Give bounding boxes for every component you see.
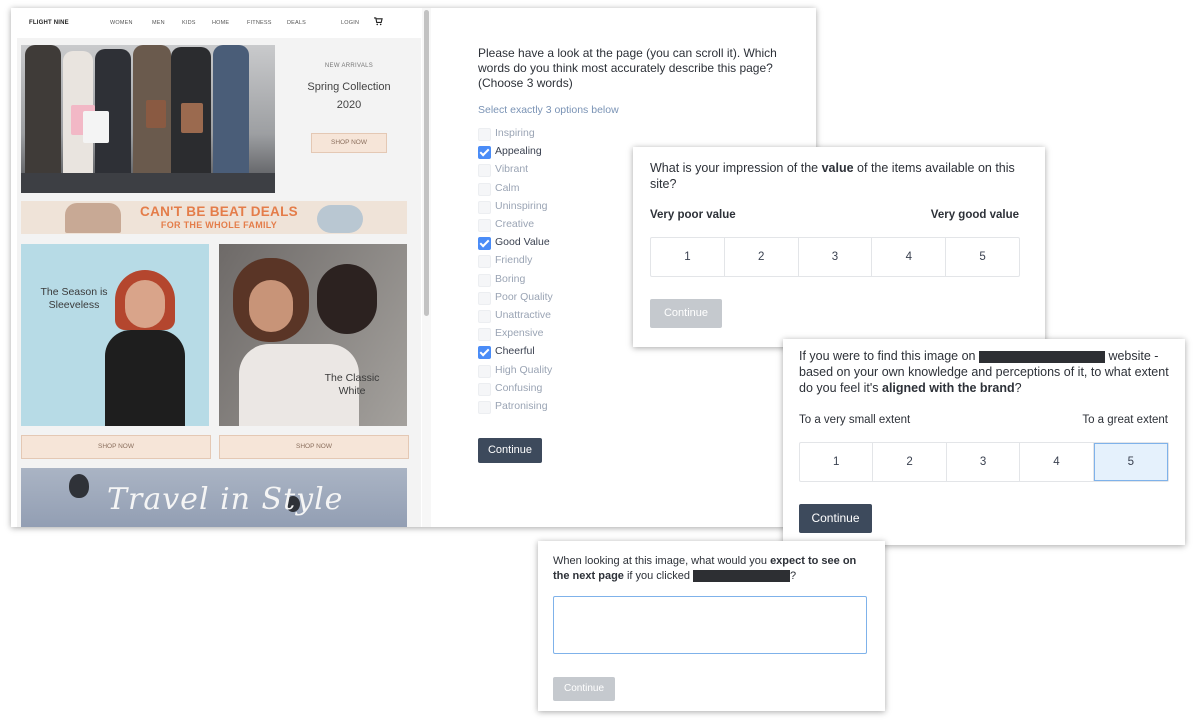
hero-title-line2: 2020	[336, 99, 362, 111]
q2-option-2[interactable]: 2	[725, 238, 799, 276]
q3-option-5-selected[interactable]: 5	[1093, 443, 1169, 481]
q1-option-label: Uninspiring	[495, 199, 548, 212]
q1-option-label: Patronising	[495, 400, 548, 412]
q3-option-2[interactable]: 2	[873, 443, 947, 481]
tile-sleeveless-label-line2: Sleeveless	[48, 299, 100, 311]
site-logo: FLIGHT NINE	[29, 20, 69, 26]
checkbox-icon[interactable]	[478, 164, 491, 178]
checkbox-checked-icon[interactable]	[478, 346, 491, 360]
nav-item-home[interactable]: HOME	[212, 20, 229, 26]
q2-option-4[interactable]: 4	[872, 238, 947, 276]
checkbox-icon[interactable]	[478, 310, 491, 323]
deals-subtitle: FOR THE WHOLE FAMILY	[160, 220, 278, 230]
q1-option-label: Friendly	[495, 254, 533, 267]
q2-option-3[interactable]: 3	[799, 238, 873, 276]
q4-question-text: When looking at this image, what would y…	[553, 555, 857, 582]
redacted-brand-name	[978, 350, 1105, 363]
q1-option-label: Expensive	[495, 327, 544, 340]
nav-item-women[interactable]: WOMEN	[110, 20, 133, 26]
tile-classic-shop-button[interactable]: SHOP NOW	[219, 435, 409, 459]
tile-sleeveless-label-line1: The Season is	[40, 286, 108, 298]
q1-option-label: Poor Quality	[495, 290, 553, 303]
q1-option-label: Boring	[495, 272, 526, 285]
q1-option-label: Appealing	[495, 145, 542, 158]
q1-question-text: Please have a look at the page (you can …	[478, 46, 777, 90]
checkbox-icon[interactable]	[478, 364, 491, 378]
tile-sleeveless-shop-button[interactable]: SHOP NOW	[21, 435, 211, 459]
family-image	[65, 203, 121, 233]
q1-option-label: Cheerful	[495, 345, 535, 358]
q2-question-text: What is your impression of the value of …	[650, 161, 1015, 191]
q1-option-label: Vibrant	[495, 163, 529, 176]
nav-item-kids[interactable]: KIDS	[182, 20, 196, 26]
tile-sleeveless-image[interactable]: The Season is Sleeveless	[21, 244, 209, 426]
checkbox-icon[interactable]	[478, 200, 491, 214]
checkbox-icon[interactable]	[478, 273, 491, 287]
hero-title-line1: Spring Collection	[307, 81, 391, 93]
q1-option-label: High Quality	[495, 363, 553, 376]
q3-option-4[interactable]: 4	[1020, 443, 1094, 481]
hero-text-panel: NEW ARRIVALS Spring Collection 2020 SHOP…	[281, 45, 417, 193]
q3-rating-scale: 1 2 3 4 5	[799, 442, 1169, 482]
q2-option-1[interactable]: 1	[651, 238, 725, 276]
nav-item-men[interactable]: MEN	[152, 20, 165, 26]
checkbox-icon[interactable]	[478, 128, 491, 141]
q1-option-label: Calm	[495, 181, 520, 194]
q1-option-label: Unattractive	[495, 309, 552, 321]
checkbox-icon[interactable]	[478, 382, 491, 396]
checkbox-checked-icon[interactable]	[478, 237, 491, 251]
deals-title: CAN'T BE BEAT DEALS	[140, 204, 298, 219]
q2-rating-scale: 1 2 3 4 5	[650, 237, 1020, 277]
nav-item-deals[interactable]: DEALS	[287, 20, 306, 26]
deals-banner[interactable]: CAN'T BE BEAT DEALS FOR THE WHOLE FAMILY	[21, 201, 407, 234]
q3-continue-button[interactable]: Continue	[799, 504, 872, 533]
kid-image	[317, 205, 363, 233]
checkbox-checked-icon[interactable]	[478, 146, 491, 160]
balloon-icon	[69, 474, 89, 498]
q2-low-label: Very poor value	[650, 209, 736, 221]
travel-banner[interactable]: Travel in Style	[21, 468, 407, 527]
q1-continue-button[interactable]: Continue	[478, 438, 542, 463]
checkbox-icon[interactable]	[478, 291, 491, 305]
tile-classic-label-line1: The Classic	[324, 372, 380, 384]
tile-classic-white-image[interactable]: The Classic White	[219, 244, 407, 426]
nav-item-fitness[interactable]: FITNESS	[247, 20, 272, 26]
checkbox-icon[interactable]	[478, 328, 491, 342]
q3-low-label: To a very small extent	[799, 414, 911, 426]
hero-image[interactable]	[21, 45, 275, 193]
preview-scrollbar-thumb[interactable]	[424, 10, 429, 316]
q1-option-label: Creative	[495, 218, 535, 230]
site-nav: FLIGHT NINE WOMEN MEN KIDS HOME FITNESS …	[17, 8, 421, 38]
q1-option-label: Confusing	[495, 381, 543, 394]
checkbox-icon[interactable]	[478, 182, 491, 196]
expectation-card: When looking at this image, what would y…	[538, 541, 885, 711]
cart-icon[interactable]	[374, 17, 383, 28]
hero-shop-now-button[interactable]: SHOP NOW	[311, 133, 387, 153]
q4-answer-textarea[interactable]	[553, 596, 867, 654]
q3-high-label: To a great extent	[1082, 414, 1168, 426]
checkbox-icon[interactable]	[478, 255, 491, 269]
q1-helper-text: Select exactly 3 options below	[478, 104, 619, 116]
travel-title: Travel in Style	[107, 482, 344, 517]
hero-eyebrow: NEW ARRIVALS	[324, 63, 374, 69]
website-preview[interactable]: FLIGHT NINE WOMEN MEN KIDS HOME FITNESS …	[17, 8, 421, 527]
checkbox-icon[interactable]	[478, 401, 491, 414]
q1-option-label: Inspiring	[495, 127, 535, 139]
q3-option-3[interactable]: 3	[947, 443, 1021, 481]
brand-alignment-card: If you were to find this image on websit…	[783, 339, 1185, 545]
q2-option-5[interactable]: 5	[946, 238, 1019, 276]
q2-high-label: Very good value	[930, 209, 1019, 221]
q1-option-label: Good Value	[495, 236, 550, 249]
q3-option-1[interactable]: 1	[800, 443, 874, 481]
value-question-card: What is your impression of the value of …	[633, 147, 1045, 347]
nav-item-login[interactable]: LOGIN	[341, 20, 359, 26]
redacted-link-text	[693, 569, 790, 582]
tile-classic-label-line2: White	[338, 385, 366, 397]
q3-question-text: If you were to find this image on websit…	[799, 349, 1169, 395]
checkbox-icon[interactable]	[478, 219, 491, 232]
q4-continue-button[interactable]: Continue	[553, 677, 615, 701]
q2-continue-button[interactable]: Continue	[650, 299, 722, 328]
